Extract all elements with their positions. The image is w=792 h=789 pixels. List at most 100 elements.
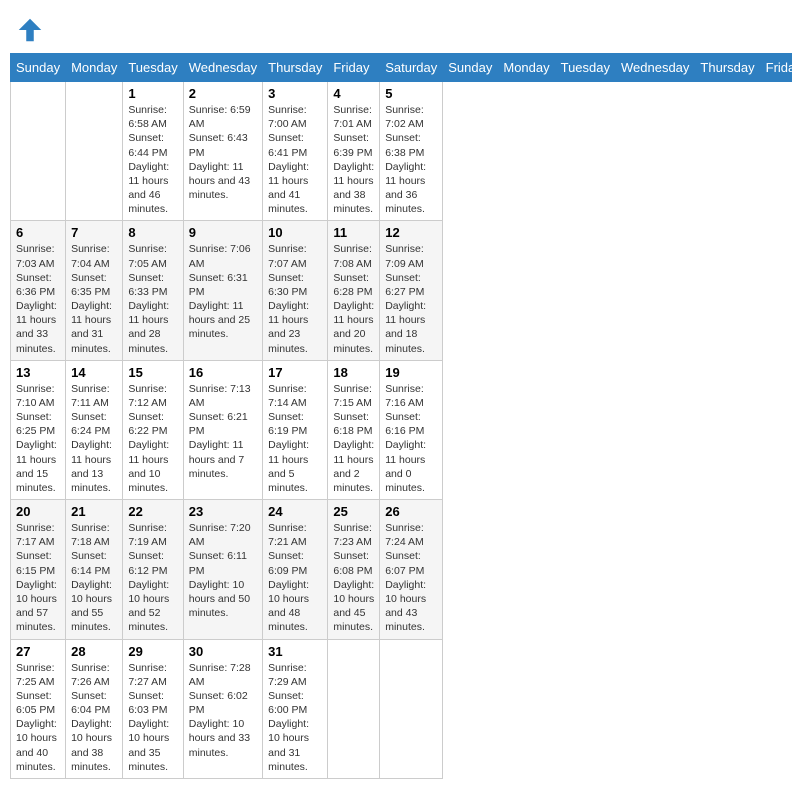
calendar-cell: 10 Sunrise: 7:07 AM Sunset: 6:30 PM Dayl… [263, 221, 328, 360]
day-info: Sunrise: 7:20 AM Sunset: 6:11 PM Dayligh… [189, 521, 257, 620]
sunset-text: Sunset: 6:30 PM [268, 272, 307, 298]
calendar-cell: 20 Sunrise: 7:17 AM Sunset: 6:15 PM Dayl… [11, 500, 66, 639]
day-number: 29 [128, 644, 177, 659]
day-number: 9 [189, 225, 257, 240]
calendar-cell: 27 Sunrise: 7:25 AM Sunset: 6:05 PM Dayl… [11, 639, 66, 778]
sunset-text: Sunset: 6:28 PM [333, 272, 372, 298]
sunset-text: Sunset: 6:19 PM [268, 411, 307, 437]
sunset-text: Sunset: 6:12 PM [128, 550, 167, 576]
day-info: Sunrise: 7:07 AM Sunset: 6:30 PM Dayligh… [268, 242, 322, 355]
day-info: Sunrise: 7:19 AM Sunset: 6:12 PM Dayligh… [128, 521, 177, 634]
col-header-friday: Friday [760, 54, 792, 82]
day-info: Sunrise: 7:27 AM Sunset: 6:03 PM Dayligh… [128, 661, 177, 774]
calendar-cell: 26 Sunrise: 7:24 AM Sunset: 6:07 PM Dayl… [380, 500, 443, 639]
sunset-text: Sunset: 6:35 PM [71, 272, 110, 298]
calendar-cell: 5 Sunrise: 7:02 AM Sunset: 6:38 PM Dayli… [380, 82, 443, 221]
day-number: 24 [268, 504, 322, 519]
calendar-cell: 31 Sunrise: 7:29 AM Sunset: 6:00 PM Dayl… [263, 639, 328, 778]
day-info: Sunrise: 7:02 AM Sunset: 6:38 PM Dayligh… [385, 103, 437, 216]
daylight-text: Daylight: 10 hours and 40 minutes. [16, 718, 57, 773]
daylight-text: Daylight: 10 hours and 50 minutes. [189, 579, 250, 619]
day-number: 26 [385, 504, 437, 519]
sunset-text: Sunset: 6:14 PM [71, 550, 110, 576]
sunrise-text: Sunrise: 7:03 AM [16, 243, 55, 269]
sunrise-text: Sunrise: 7:21 AM [268, 522, 307, 548]
calendar-cell: 7 Sunrise: 7:04 AM Sunset: 6:35 PM Dayli… [66, 221, 123, 360]
page-header [10, 10, 782, 45]
daylight-text: Daylight: 10 hours and 43 minutes. [385, 579, 426, 634]
day-info: Sunrise: 7:11 AM Sunset: 6:24 PM Dayligh… [71, 382, 117, 495]
daylight-text: Daylight: 11 hours and 13 minutes. [71, 439, 112, 494]
day-number: 12 [385, 225, 437, 240]
day-number: 20 [16, 504, 60, 519]
day-number: 5 [385, 86, 437, 101]
sunrise-text: Sunrise: 7:04 AM [71, 243, 110, 269]
calendar-cell: 11 Sunrise: 7:08 AM Sunset: 6:28 PM Dayl… [328, 221, 380, 360]
day-info: Sunrise: 7:06 AM Sunset: 6:31 PM Dayligh… [189, 242, 257, 341]
daylight-text: Daylight: 10 hours and 57 minutes. [16, 579, 57, 634]
calendar-cell: 8 Sunrise: 7:05 AM Sunset: 6:33 PM Dayli… [123, 221, 183, 360]
calendar-cell: 17 Sunrise: 7:14 AM Sunset: 6:19 PM Dayl… [263, 360, 328, 499]
day-info: Sunrise: 7:13 AM Sunset: 6:21 PM Dayligh… [189, 382, 257, 481]
calendar-week-3: 13 Sunrise: 7:10 AM Sunset: 6:25 PM Dayl… [11, 360, 792, 499]
day-info: Sunrise: 7:25 AM Sunset: 6:05 PM Dayligh… [16, 661, 60, 774]
sunrise-text: Sunrise: 7:00 AM [268, 104, 307, 130]
sunrise-text: Sunrise: 7:06 AM [189, 243, 251, 269]
day-info: Sunrise: 7:05 AM Sunset: 6:33 PM Dayligh… [128, 242, 177, 355]
day-number: 30 [189, 644, 257, 659]
daylight-text: Daylight: 11 hours and 20 minutes. [333, 300, 374, 355]
daylight-text: Daylight: 11 hours and 43 minutes. [189, 161, 250, 201]
sunrise-text: Sunrise: 7:05 AM [128, 243, 167, 269]
sunrise-text: Sunrise: 7:19 AM [128, 522, 167, 548]
sunset-text: Sunset: 6:36 PM [16, 272, 55, 298]
day-number: 7 [71, 225, 117, 240]
sunrise-text: Sunrise: 7:29 AM [268, 662, 307, 688]
sunset-text: Sunset: 6:33 PM [128, 272, 167, 298]
calendar-cell [66, 82, 123, 221]
calendar-cell: 23 Sunrise: 7:20 AM Sunset: 6:11 PM Dayl… [183, 500, 262, 639]
sunrise-text: Sunrise: 7:14 AM [268, 383, 307, 409]
sunrise-text: Sunrise: 7:28 AM [189, 662, 251, 688]
sunset-text: Sunset: 6:43 PM [189, 132, 248, 158]
calendar-cell [11, 82, 66, 221]
day-number: 14 [71, 365, 117, 380]
calendar-cell: 16 Sunrise: 7:13 AM Sunset: 6:21 PM Dayl… [183, 360, 262, 499]
logo-icon [15, 15, 45, 45]
calendar-cell: 1 Sunrise: 6:58 AM Sunset: 6:44 PM Dayli… [123, 82, 183, 221]
day-number: 16 [189, 365, 257, 380]
day-info: Sunrise: 7:00 AM Sunset: 6:41 PM Dayligh… [268, 103, 322, 216]
sunrise-text: Sunrise: 6:59 AM [189, 104, 251, 130]
daylight-text: Daylight: 10 hours and 55 minutes. [71, 579, 112, 634]
day-number: 13 [16, 365, 60, 380]
sunset-text: Sunset: 6:25 PM [16, 411, 55, 437]
col-header-thursday: Thursday [695, 54, 760, 82]
daylight-text: Daylight: 11 hours and 23 minutes. [268, 300, 309, 355]
calendar-cell: 13 Sunrise: 7:10 AM Sunset: 6:25 PM Dayl… [11, 360, 66, 499]
day-info: Sunrise: 7:03 AM Sunset: 6:36 PM Dayligh… [16, 242, 60, 355]
daylight-text: Daylight: 10 hours and 38 minutes. [71, 718, 112, 773]
sunset-text: Sunset: 6:03 PM [128, 690, 167, 716]
calendar-cell: 4 Sunrise: 7:01 AM Sunset: 6:39 PM Dayli… [328, 82, 380, 221]
sunrise-text: Sunrise: 7:02 AM [385, 104, 424, 130]
sunset-text: Sunset: 6:38 PM [385, 132, 424, 158]
day-number: 15 [128, 365, 177, 380]
calendar-cell: 6 Sunrise: 7:03 AM Sunset: 6:36 PM Dayli… [11, 221, 66, 360]
sunset-text: Sunset: 6:05 PM [16, 690, 55, 716]
calendar-cell: 15 Sunrise: 7:12 AM Sunset: 6:22 PM Dayl… [123, 360, 183, 499]
day-number: 1 [128, 86, 177, 101]
sunset-text: Sunset: 6:15 PM [16, 550, 55, 576]
day-info: Sunrise: 7:12 AM Sunset: 6:22 PM Dayligh… [128, 382, 177, 495]
col-header-wednesday: Wednesday [616, 54, 695, 82]
calendar-cell: 18 Sunrise: 7:15 AM Sunset: 6:18 PM Dayl… [328, 360, 380, 499]
day-number: 19 [385, 365, 437, 380]
calendar-week-2: 6 Sunrise: 7:03 AM Sunset: 6:36 PM Dayli… [11, 221, 792, 360]
calendar-cell: 9 Sunrise: 7:06 AM Sunset: 6:31 PM Dayli… [183, 221, 262, 360]
calendar-cell: 21 Sunrise: 7:18 AM Sunset: 6:14 PM Dayl… [66, 500, 123, 639]
calendar-cell: 25 Sunrise: 7:23 AM Sunset: 6:08 PM Dayl… [328, 500, 380, 639]
calendar-table: SundayMondayTuesdayWednesdayThursdayFrid… [10, 53, 792, 779]
col-header-tuesday: Tuesday [555, 54, 615, 82]
calendar-cell: 29 Sunrise: 7:27 AM Sunset: 6:03 PM Dayl… [123, 639, 183, 778]
day-number: 18 [333, 365, 374, 380]
sunrise-text: Sunrise: 7:07 AM [268, 243, 307, 269]
day-info: Sunrise: 7:18 AM Sunset: 6:14 PM Dayligh… [71, 521, 117, 634]
